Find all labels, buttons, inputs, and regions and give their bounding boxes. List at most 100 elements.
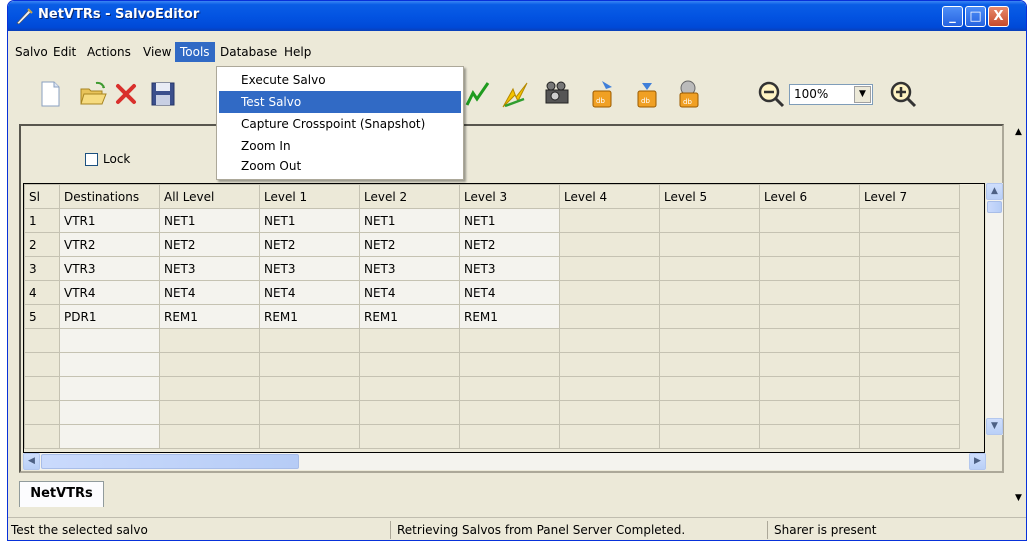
checkbox-box[interactable] — [85, 153, 98, 166]
grid-cell-empty[interactable] — [359, 328, 460, 353]
zoom-out-icon[interactable] — [756, 79, 786, 109]
grid-cell-empty[interactable] — [159, 424, 260, 449]
grid-cell-empty[interactable] — [659, 232, 760, 257]
minimize-button[interactable]: _ — [942, 6, 963, 27]
grid-cell-empty[interactable] — [859, 280, 960, 305]
row-number-cell[interactable]: 5 — [24, 304, 60, 329]
zoom-in-icon[interactable] — [888, 79, 918, 109]
green-check-icon[interactable] — [463, 79, 493, 109]
delete-icon[interactable] — [111, 79, 141, 109]
grid-cell[interactable]: VTR2 — [59, 232, 160, 257]
grid-cell-empty[interactable] — [759, 208, 860, 233]
grid-cell-empty[interactable] — [159, 352, 260, 377]
grid-cell[interactable]: VTR1 — [59, 208, 160, 233]
grid-cell-empty[interactable] — [24, 352, 60, 377]
menu-item-execute-salvo[interactable]: Execute Salvo — [219, 69, 461, 91]
grid-cell[interactable]: REM1 — [159, 304, 260, 329]
grid-cell[interactable]: NET3 — [359, 256, 460, 281]
row-number-cell[interactable]: 4 — [24, 280, 60, 305]
grid-cell-empty[interactable] — [24, 376, 60, 401]
grid-cell-empty[interactable] — [459, 400, 560, 425]
vertical-scroll-thumb[interactable] — [987, 201, 1002, 213]
grid-cell-empty[interactable] — [759, 280, 860, 305]
scroll-left-icon[interactable]: ◀ — [23, 453, 40, 470]
menu-item-capture-crosspoint[interactable]: Capture Crosspoint (Snapshot) — [219, 113, 461, 135]
menu-edit[interactable]: Edit — [48, 42, 81, 62]
grid-cell-empty[interactable] — [24, 400, 60, 425]
close-button[interactable]: X — [988, 6, 1009, 27]
grid-cell[interactable]: NET2 — [259, 232, 360, 257]
grid-cell-empty[interactable] — [759, 424, 860, 449]
menu-view[interactable]: View — [138, 42, 176, 62]
table-row[interactable]: 3 VTR3 NET3 NET3 NET3 NET3 — [24, 256, 960, 281]
grid-cell-empty[interactable] — [559, 304, 660, 329]
tab-netvtrs[interactable]: NetVTRs — [19, 481, 104, 507]
grid-cell-empty[interactable] — [559, 376, 660, 401]
grid-cell-empty[interactable] — [359, 424, 460, 449]
column-header[interactable]: Level 5 — [659, 184, 760, 209]
panel-vertical-scrollbar[interactable]: ▲ ▼ — [1010, 124, 1026, 519]
table-row[interactable]: 4 VTR4 NET4 NET4 NET4 NET4 — [24, 280, 960, 305]
scroll-down-icon[interactable]: ▼ — [986, 418, 1003, 435]
grid-cell-empty[interactable] — [759, 376, 860, 401]
grid-cell[interactable]: PDR1 — [59, 304, 160, 329]
grid-cell-empty[interactable] — [159, 328, 260, 353]
grid-cell-empty[interactable] — [359, 352, 460, 377]
zoom-select[interactable]: 100% ▼ — [789, 84, 873, 105]
grid-cell-empty[interactable] — [659, 280, 760, 305]
grid-cell-empty[interactable] — [659, 424, 760, 449]
grid-cell-empty[interactable] — [759, 232, 860, 257]
grid-cell-empty[interactable] — [759, 256, 860, 281]
grid-cell-empty[interactable] — [559, 328, 660, 353]
column-header[interactable]: All Level — [159, 184, 260, 209]
grid-cell[interactable]: NET1 — [359, 208, 460, 233]
grid-cell[interactable]: NET3 — [259, 256, 360, 281]
grid-cell-empty[interactable] — [859, 304, 960, 329]
grid-cell-empty[interactable] — [59, 400, 160, 425]
grid-cell[interactable]: NET1 — [159, 208, 260, 233]
grid-cell-empty[interactable] — [659, 376, 760, 401]
grid-cell[interactable]: VTR3 — [59, 256, 160, 281]
grid-cell-empty[interactable] — [359, 400, 460, 425]
table-row[interactable]: 1 VTR1 NET1 NET1 NET1 NET1 — [24, 208, 960, 233]
grid-cell-empty[interactable] — [659, 304, 760, 329]
table-row-empty[interactable] — [24, 424, 960, 449]
grid-cell-empty[interactable] — [159, 376, 260, 401]
grid-cell[interactable]: VTR4 — [59, 280, 160, 305]
grid-cell-empty[interactable] — [459, 424, 560, 449]
grid-cell[interactable]: NET4 — [259, 280, 360, 305]
grid-horizontal-scrollbar[interactable]: ◀ ▶ — [23, 453, 986, 470]
grid-cell-empty[interactable] — [259, 400, 360, 425]
database-settings-icon[interactable]: db — [673, 79, 703, 109]
grid-cell-empty[interactable] — [659, 400, 760, 425]
grid-cell-empty[interactable] — [259, 352, 360, 377]
grid-cell-empty[interactable] — [24, 424, 60, 449]
menu-item-zoom-out[interactable]: Zoom Out — [219, 155, 461, 177]
grid-cell-empty[interactable] — [759, 328, 860, 353]
scroll-up-icon[interactable]: ▲ — [986, 183, 1003, 200]
grid-cell-empty[interactable] — [59, 352, 160, 377]
menu-item-zoom-in[interactable]: Zoom In — [219, 135, 461, 157]
scroll-down-icon[interactable]: ▼ — [1010, 490, 1026, 507]
camera-icon[interactable] — [543, 79, 573, 109]
grid-cell-empty[interactable] — [859, 376, 960, 401]
grid-cell[interactable]: NET1 — [459, 208, 560, 233]
yellow-arrow-icon[interactable] — [500, 79, 530, 109]
table-row[interactable]: 5 PDR1 REM1 REM1 REM1 REM1 — [24, 304, 960, 329]
grid-cell-empty[interactable] — [259, 376, 360, 401]
grid-cell-empty[interactable] — [559, 280, 660, 305]
grid-cell[interactable]: REM1 — [259, 304, 360, 329]
grid-cell-empty[interactable] — [559, 400, 660, 425]
grid-cell-empty[interactable] — [559, 208, 660, 233]
grid-cell-empty[interactable] — [259, 328, 360, 353]
column-header[interactable]: Level 2 — [359, 184, 460, 209]
lock-checkbox[interactable]: Lock — [85, 152, 130, 168]
grid-cell-empty[interactable] — [159, 400, 260, 425]
menu-database[interactable]: Database — [215, 42, 282, 62]
column-header[interactable]: Sl — [24, 184, 60, 209]
grid-vertical-scrollbar[interactable]: ▲ ▼ — [986, 183, 1003, 435]
table-row-empty[interactable] — [24, 352, 960, 377]
grid-cell[interactable]: REM1 — [359, 304, 460, 329]
menu-tools[interactable]: Tools — [175, 42, 215, 62]
table-row-empty[interactable] — [24, 376, 960, 401]
